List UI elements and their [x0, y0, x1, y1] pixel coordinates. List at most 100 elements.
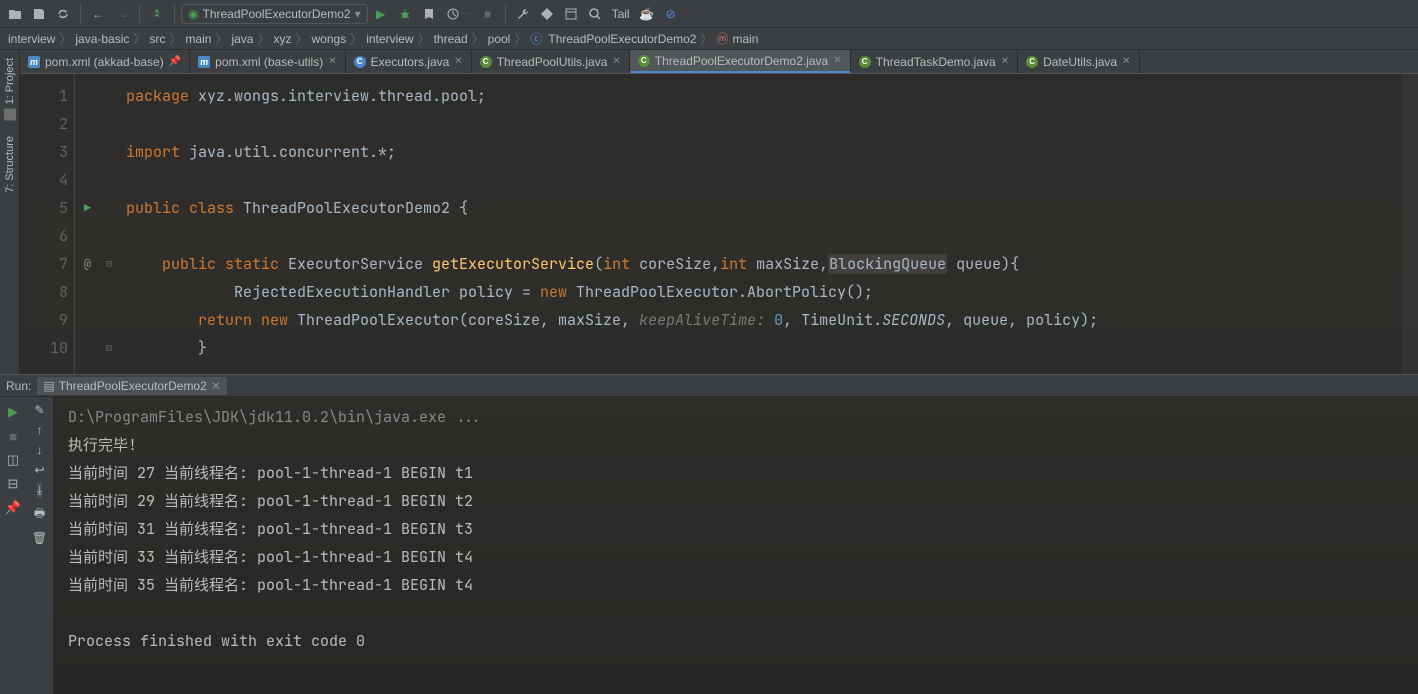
tab-threadpoolutils[interactable]: CThreadPoolUtils.java✕ [472, 50, 630, 73]
chevron-down-icon: ▾ [355, 7, 361, 21]
stop-icon[interactable]: ■ [4, 427, 22, 445]
tail-label[interactable]: Tail [608, 7, 634, 21]
pin-icon[interactable]: 📌 [169, 56, 181, 67]
line-number: 10 [20, 334, 68, 362]
class-icon: C [859, 56, 871, 68]
rerun-icon[interactable]: ▶ [4, 403, 22, 421]
soft-wrap-icon[interactable]: ↩ [34, 463, 44, 477]
blocked-icon[interactable]: ⊘ [660, 3, 682, 25]
code-text[interactable]: package xyz.wongs.interview.thread.pool;… [118, 74, 1402, 374]
maven-icon: m [28, 56, 40, 68]
crumb[interactable]: java [229, 32, 255, 46]
layout2-icon[interactable]: ⊟ [4, 475, 22, 493]
wrench-icon[interactable] [512, 3, 534, 25]
close-icon[interactable]: ✕ [1001, 56, 1009, 67]
forward-icon[interactable]: → [111, 3, 133, 25]
console-line: 当前时间 31 当前线程名: pool-1-thread-1 BEGIN t3 [68, 519, 473, 539]
chevron-right-icon: 〉 [512, 30, 528, 47]
structure-toolwindow-tab[interactable]: 7: Structure [2, 132, 18, 197]
layout-icon[interactable]: ◫ [4, 451, 22, 469]
project-label: 1: Project [4, 58, 16, 104]
build-icon[interactable] [146, 3, 168, 25]
up-icon[interactable]: ↑ [37, 423, 43, 437]
fold-gutter: ⊟ ⊟ [100, 74, 118, 374]
run-config-name: ThreadPoolExecutorDemo2 [202, 7, 350, 21]
more-icon[interactable]: ⋯ [466, 8, 475, 19]
fold-handle-icon[interactable]: ⊟ [100, 250, 118, 278]
run-config-selector[interactable]: ◉ ThreadPoolExecutorDemo2 ▾ [181, 4, 368, 24]
run-gutter-icon[interactable]: ▶ [75, 194, 100, 222]
close-icon[interactable]: ✕ [1122, 56, 1130, 67]
git-icon[interactable] [536, 3, 558, 25]
crumb[interactable]: pool [486, 32, 513, 46]
run-label: Run: [6, 379, 31, 393]
chevron-right-icon: 〉 [348, 30, 364, 47]
print-icon[interactable]: 🖶 [34, 504, 45, 525]
profile-icon[interactable] [442, 3, 464, 25]
editor-scrollbar[interactable] [1402, 74, 1418, 374]
down-icon[interactable]: ↓ [37, 443, 43, 457]
pin-icon[interactable]: 📌 [4, 499, 22, 517]
java-icon[interactable]: ☕ [636, 3, 658, 25]
crumb[interactable]: main [730, 32, 760, 46]
override-gutter-icon[interactable]: @ [75, 250, 100, 278]
line-number: 8 [20, 278, 68, 306]
separator [80, 5, 81, 23]
scroll-to-end-selected-icon[interactable]: ⤓ [37, 483, 42, 498]
tab-threadpoolexecutordemo2[interactable]: CThreadPoolExecutorDemo2.java✕ [630, 50, 851, 73]
line-number: 1 [20, 82, 68, 110]
crumb[interactable]: main [183, 32, 213, 46]
tab-executors[interactable]: CExecutors.java✕ [346, 50, 472, 73]
console-line: 当前时间 33 当前线程名: pool-1-thread-1 BEGIN t4 [68, 547, 473, 567]
line-number: 3 [20, 138, 68, 166]
edit-icon[interactable]: ✎ [34, 403, 44, 417]
crumb[interactable]: src [147, 32, 167, 46]
save-icon[interactable] [28, 3, 50, 25]
coverage-icon[interactable] [418, 3, 440, 25]
close-icon[interactable]: ✕ [328, 56, 336, 67]
delete-icon[interactable]: 🗑 [32, 531, 47, 545]
layout-icon[interactable] [560, 3, 582, 25]
open-icon[interactable] [4, 3, 26, 25]
crumb[interactable]: wongs [310, 32, 349, 46]
stop-icon[interactable]: ■ [477, 3, 499, 25]
console-line: D:\ProgramFiles\JDK\jdk11.0.2\bin\java.e… [68, 407, 482, 427]
method-icon: ⓜ [714, 30, 730, 47]
close-icon[interactable]: ✕ [454, 56, 462, 67]
run-config-icon: ◉ [188, 7, 198, 21]
code-editor[interactable]: 1 2 3 4 5 6 7 8 9 10 ▶ @ ⊟ [20, 74, 1418, 374]
class-icon: C [638, 55, 650, 67]
tab-label: ThreadPoolUtils.java [497, 55, 608, 69]
run-icon[interactable]: ▶ [370, 3, 392, 25]
class-icon: C [1026, 56, 1038, 68]
main-area: 1: Project 7: Structure mpom.xml (akkad-… [0, 50, 1418, 374]
search-icon[interactable] [584, 3, 606, 25]
tab-dateutils[interactable]: CDateUtils.java✕ [1018, 50, 1139, 73]
close-icon[interactable]: ✕ [211, 379, 221, 393]
gutter-icons: ▶ @ [75, 74, 100, 374]
fold-handle-icon[interactable]: ⊟ [100, 334, 118, 362]
separator [174, 5, 175, 23]
close-icon[interactable]: ✕ [833, 55, 841, 66]
debug-icon[interactable] [394, 3, 416, 25]
separator [139, 5, 140, 23]
run-tab[interactable]: ▤ ThreadPoolExecutorDemo2 ✕ [37, 377, 226, 395]
crumb[interactable]: thread [432, 32, 470, 46]
tab-threadtaskdemo[interactable]: CThreadTaskDemo.java✕ [851, 50, 1018, 73]
crumb[interactable]: java-basic [73, 32, 131, 46]
close-icon[interactable]: ✕ [612, 56, 620, 67]
project-toolwindow-tab[interactable]: 1: Project [2, 54, 18, 124]
main-toolbar: ← → ◉ ThreadPoolExecutorDemo2 ▾ ▶ ⋯ ■ Ta… [0, 0, 1418, 28]
back-icon[interactable]: ← [87, 3, 109, 25]
crumb[interactable]: ThreadPoolExecutorDemo2 [546, 32, 698, 46]
crumb[interactable]: xyz [272, 32, 294, 46]
crumb[interactable]: interview [6, 32, 57, 46]
tab-pom-akkad[interactable]: mpom.xml (akkad-base)📌 [20, 50, 190, 73]
sync-icon[interactable] [52, 3, 74, 25]
crumb[interactable]: interview [364, 32, 415, 46]
line-number: 9 [20, 306, 68, 334]
tab-pom-utils[interactable]: mpom.xml (base-utils)✕ [190, 50, 345, 73]
run-tab-label: ThreadPoolExecutorDemo2 [59, 379, 207, 393]
left-sidebar: 1: Project 7: Structure [0, 50, 20, 374]
console-output[interactable]: D:\ProgramFiles\JDK\jdk11.0.2\bin\java.e… [54, 375, 1418, 694]
